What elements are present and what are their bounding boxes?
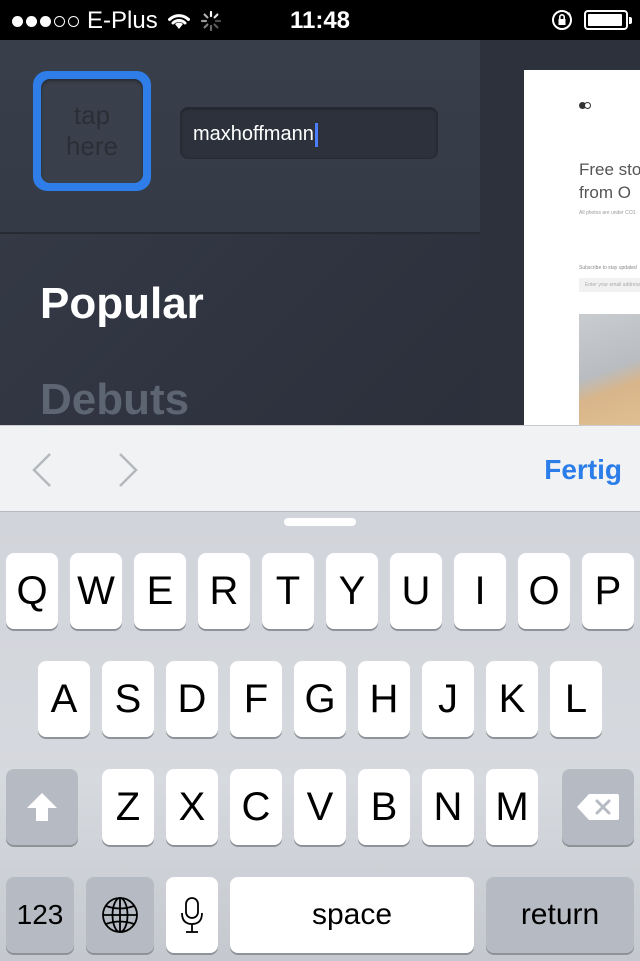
content-preview-panel[interactable]: Free sto from O All photos are under CC0… (480, 40, 640, 425)
nav-item-debuts[interactable]: Debuts (40, 374, 204, 425)
globe-icon (102, 897, 138, 933)
battery-icon (584, 10, 632, 30)
text-cursor (314, 122, 318, 147)
key-d[interactable]: D (166, 661, 218, 737)
key-v[interactable]: V (294, 769, 346, 845)
key-m[interactable]: M (486, 769, 538, 845)
key-s[interactable]: S (102, 661, 154, 737)
return-key[interactable]: return (486, 877, 634, 953)
key-g[interactable]: G (294, 661, 346, 737)
key-i[interactable]: I (454, 553, 506, 629)
key-l[interactable]: L (550, 661, 602, 737)
delete-key[interactable] (562, 769, 634, 845)
status-bar: E-Plus 11:48 (0, 0, 640, 40)
done-button[interactable]: Fertig (544, 454, 622, 486)
key-t[interactable]: T (262, 553, 314, 629)
key-o[interactable]: O (518, 553, 570, 629)
key-j[interactable]: J (422, 661, 474, 737)
keyboard-handle[interactable] (284, 518, 356, 526)
key-k[interactable]: K (486, 661, 538, 737)
nav-item-popular[interactable]: Popular (40, 278, 204, 374)
sidebar-menu: tap here maxhoffmann Popular Debuts (0, 40, 480, 425)
key-q[interactable]: Q (6, 553, 58, 629)
shift-icon (27, 793, 57, 821)
key-e[interactable]: E (134, 553, 186, 629)
site-logo-icon (579, 102, 592, 110)
orientation-lock-icon (552, 10, 572, 30)
preview-fine-print: All photos are under CC0. (579, 210, 637, 216)
preview-headline-line2: from O (579, 183, 631, 202)
key-y[interactable]: Y (326, 553, 378, 629)
key-h[interactable]: H (358, 661, 410, 737)
preview-email-field: Enter your email address (579, 278, 640, 292)
preview-photo (579, 314, 640, 425)
username-value: maxhoffmann (193, 123, 314, 145)
delete-icon (577, 794, 619, 820)
avatar-button[interactable]: tap here (33, 71, 151, 191)
chevron-right-icon[interactable] (108, 450, 148, 490)
key-u[interactable]: U (390, 553, 442, 629)
key-b[interactable]: B (358, 769, 410, 845)
profile-header: tap here maxhoffmann (0, 40, 480, 234)
preview-subscribe-text: Subscribe to stay updated (579, 265, 637, 271)
preview-headline: Free sto from O (579, 158, 640, 204)
key-c[interactable]: C (230, 769, 282, 845)
app-view: tap here maxhoffmann Popular Debuts Free … (0, 40, 640, 425)
key-n[interactable]: N (422, 769, 474, 845)
key-z[interactable]: Z (102, 769, 154, 845)
key-r[interactable]: R (198, 553, 250, 629)
dictation-key[interactable] (166, 877, 218, 953)
preview-headline-line1: Free sto (579, 160, 640, 179)
key-f[interactable]: F (230, 661, 282, 737)
microphone-icon (181, 897, 203, 933)
avatar-placeholder: tap here (41, 79, 143, 183)
key-a[interactable]: A (38, 661, 90, 737)
globe-key[interactable] (86, 877, 154, 953)
nav-list: Popular Debuts (40, 278, 204, 425)
keyboard: Q W E R T Y U I O P A S D F G H J K L Z … (0, 511, 640, 961)
numbers-key[interactable]: 123 (6, 877, 74, 953)
key-w[interactable]: W (70, 553, 122, 629)
keyboard-accessory-bar: Fertig (0, 425, 640, 512)
key-p[interactable]: P (582, 553, 634, 629)
webpage-preview: Free sto from O All photos are under CC0… (524, 70, 640, 425)
shift-key[interactable] (6, 769, 78, 845)
status-time: 11:48 (289, 7, 351, 34)
username-field[interactable]: maxhoffmann (180, 107, 438, 159)
key-x[interactable]: X (166, 769, 218, 845)
space-key[interactable]: space (230, 877, 474, 953)
chevron-left-icon[interactable] (22, 450, 62, 490)
